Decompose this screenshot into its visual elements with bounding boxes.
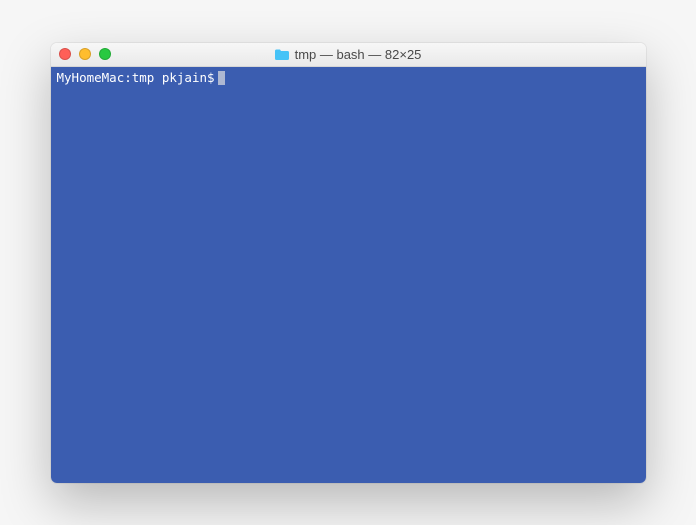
- close-button[interactable]: [59, 48, 71, 60]
- minimize-button[interactable]: [79, 48, 91, 60]
- maximize-button[interactable]: [99, 48, 111, 60]
- window-controls: [59, 48, 111, 60]
- folder-icon: [275, 49, 289, 60]
- cursor-block: [218, 71, 225, 85]
- prompt-line: MyHomeMac:tmp pkjain$: [57, 70, 640, 87]
- terminal-window: tmp — bash — 82×25 MyHomeMac:tmp pkjain$: [51, 43, 646, 483]
- terminal-body[interactable]: MyHomeMac:tmp pkjain$: [51, 67, 646, 483]
- prompt-text: MyHomeMac:tmp pkjain$: [57, 70, 215, 87]
- title-area: tmp — bash — 82×25: [51, 47, 646, 62]
- titlebar: tmp — bash — 82×25: [51, 43, 646, 67]
- window-title: tmp — bash — 82×25: [295, 47, 422, 62]
